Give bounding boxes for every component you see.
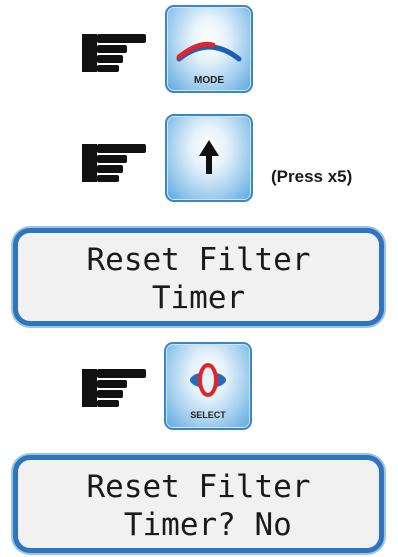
lcd-line-1: Reset Filter [86, 242, 311, 278]
lcd-line-1: Reset Filter [86, 469, 311, 505]
press-count-note: (Press x5) [271, 167, 353, 186]
lcd-display-reset-filter: Reset Filter Timer [13, 228, 384, 326]
pointing-hand-icon [82, 141, 146, 185]
select-icon [190, 363, 226, 397]
up-arrow-button[interactable] [165, 114, 253, 202]
lcd-line-2: Timer? No [105, 507, 292, 543]
lcd-line-2: Timer [151, 280, 246, 316]
lcd-display-reset-confirm: Reset Filter Timer? No [13, 455, 384, 553]
mode-arc-icon [176, 41, 242, 62]
pointing-hand-icon [82, 31, 146, 75]
select-button[interactable]: SELECT [164, 342, 252, 430]
pointing-hand-icon [82, 366, 146, 410]
up-arrow-icon [199, 140, 219, 174]
mode-label: MODE [194, 75, 224, 86]
select-label: SELECT [190, 410, 226, 420]
mode-button[interactable]: MODE [165, 5, 253, 93]
